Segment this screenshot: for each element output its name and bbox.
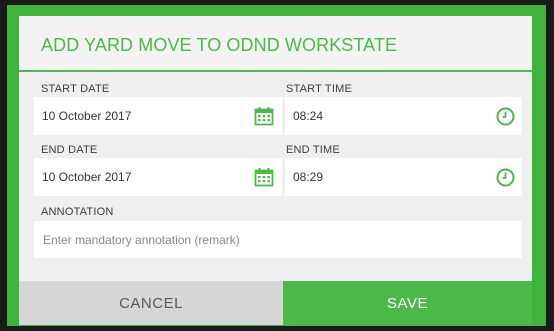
cancel-button[interactable]: CANCEL — [19, 281, 283, 325]
calendar-icon[interactable] — [254, 167, 274, 192]
end-date-field[interactable]: 10 October 2017 — [34, 158, 282, 196]
clock-icon[interactable] — [496, 107, 515, 131]
start-date-value: 10 October 2017 — [42, 109, 132, 123]
dialog-title: ADD YARD MOVE TO ODND WORKSTATE — [41, 35, 398, 55]
end-time-label: END TIME — [286, 144, 340, 156]
start-time-value: 08:24 — [293, 109, 324, 123]
end-time-field[interactable]: 08:29 — [285, 158, 522, 196]
end-date-label: END DATE — [41, 144, 98, 156]
annotation-input[interactable]: Enter mandatory annotation (remark) — [34, 221, 522, 258]
start-date-field[interactable]: 10 October 2017 — [34, 97, 282, 135]
add-yard-move-dialog: ADD YARD MOVE TO ODND WORKSTATE START DA… — [19, 16, 532, 325]
start-time-label: START TIME — [286, 83, 352, 95]
end-date-value: 10 October 2017 — [42, 170, 132, 184]
calendar-icon[interactable] — [254, 106, 274, 131]
end-time-value: 08:29 — [293, 170, 324, 184]
start-date-label: START DATE — [41, 83, 110, 95]
annotation-placeholder: Enter mandatory annotation (remark) — [43, 233, 240, 247]
clock-icon[interactable] — [496, 168, 515, 192]
dialog-header: ADD YARD MOVE TO ODND WORKSTATE — [19, 16, 532, 72]
annotation-label: ANNOTATION — [41, 206, 114, 218]
start-time-field[interactable]: 08:24 — [285, 97, 522, 135]
save-button[interactable]: SAVE — [283, 281, 532, 325]
